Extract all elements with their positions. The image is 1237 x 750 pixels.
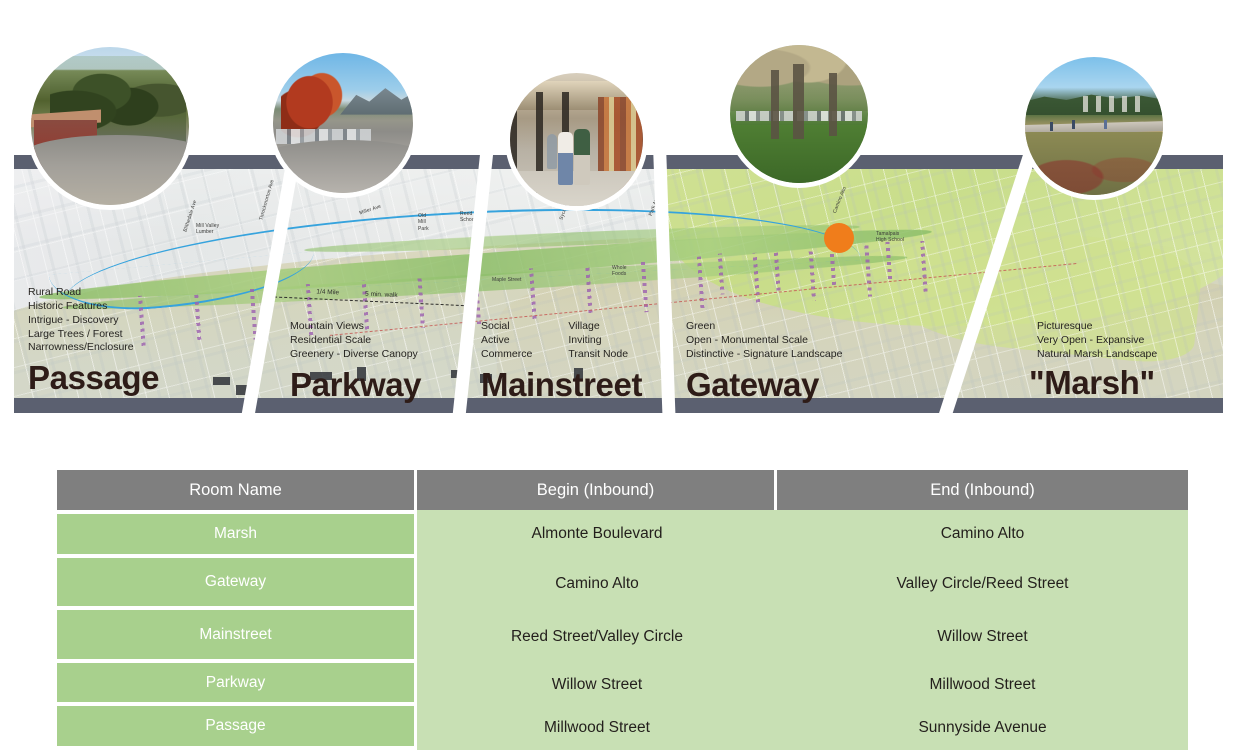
cell-end: Valley Circle/Reed Street (777, 558, 1188, 610)
photo-mainstreet-scene (510, 73, 643, 206)
section-mainstreet-attributes-col2: Village Inviting Transit Node (568, 320, 629, 360)
cell-end: Millwood Street (777, 663, 1188, 706)
tree-trunk (771, 69, 780, 139)
section-parkway-title: Parkway (290, 365, 422, 403)
tree-trunk (793, 64, 805, 139)
section-marsh-title: "Marsh" (1029, 363, 1155, 401)
cell-begin: Willow Street (417, 663, 777, 706)
photo-mainstreet (505, 68, 648, 211)
table-row: Mainstreet Reed Street/Valley Circle Wil… (57, 610, 1188, 663)
cell-end: Sunnyside Avenue (777, 706, 1188, 750)
tree-trunk (829, 72, 838, 137)
cell-room-name: Gateway (57, 558, 417, 610)
section-gateway-attributes: Green Open - Monumental Scale Distinctiv… (686, 320, 843, 360)
photo-marsh (1020, 52, 1168, 200)
rural-road-surface (31, 135, 189, 205)
photo-parkway (268, 48, 418, 198)
column-header-end-inbound: End (Inbound) (777, 470, 1188, 510)
table-row: Parkway Willow Street Millwood Street (57, 663, 1188, 706)
rooms-table: Room Name Begin (Inbound) End (Inbound) … (57, 470, 1188, 750)
cell-end: Willow Street (777, 610, 1188, 663)
pedestrian (547, 134, 557, 169)
section-parkway-attributes: Mountain Views Residential Scale Greener… (290, 320, 418, 360)
photo-gateway-scene (730, 45, 868, 183)
scale-bar-time: 5 min. walk (364, 290, 398, 300)
map-label-old-mill-park: Old Mill Park (418, 213, 429, 232)
map-building (213, 377, 230, 385)
hillside-houses (1082, 95, 1147, 113)
cell-room-name: Parkway (57, 663, 417, 706)
map-label-tamalpais-high-school: Tamalpais High School (876, 231, 905, 244)
map-label-maple-street: Maple Street (492, 277, 522, 283)
table-body: Marsh Almonte Boulevard Camino Alto Gate… (57, 510, 1188, 750)
column-header-begin-inbound: Begin (Inbound) (417, 470, 777, 510)
section-marsh-attributes: Picturesque Very Open - Expansive Natura… (1037, 320, 1158, 360)
cell-begin: Camino Alto (417, 558, 777, 610)
column-header-room-name: Room Name (57, 470, 417, 510)
parkway-road-surface (273, 139, 413, 193)
pedestrian (573, 128, 590, 185)
section-parkway: Mountain Views Residential Scale Greener… (290, 320, 422, 403)
person-on-trail (1071, 120, 1075, 130)
section-gateway-title: Gateway (686, 365, 819, 403)
mountain-ridge (340, 88, 413, 115)
cell-room-name: Marsh (57, 510, 417, 558)
pedestrian (557, 131, 573, 185)
cell-end: Camino Alto (777, 510, 1188, 558)
person-on-trail (1049, 121, 1053, 131)
section-gateway: Green Open - Monumental Scale Distinctiv… (686, 320, 842, 401)
section-mainstreet: Social Active Commerce Village Inviting … (481, 320, 642, 401)
cell-room-name: Passage (57, 706, 417, 750)
table-row: Marsh Almonte Boulevard Camino Alto (57, 510, 1188, 558)
section-passage: Rural Road Historic Features Intrigue - … (28, 286, 160, 397)
scale-bar-distance: 1/4 Mile (316, 288, 340, 297)
photo-parkway-scene (273, 53, 413, 193)
table-header-row: Room Name Begin (Inbound) End (Inbound) (57, 470, 1188, 510)
cell-begin: Millwood Street (417, 706, 777, 750)
table-row: Gateway Camino Alto Valley Circle/Reed S… (57, 558, 1188, 610)
map-node-marker-dot (824, 223, 854, 253)
photo-passage (26, 42, 194, 210)
marsh-field (1025, 131, 1163, 195)
person-on-trail (1103, 120, 1107, 130)
map-label-mill-valley-lumber: Mill Valley Lumber (196, 223, 220, 236)
photo-gateway (725, 40, 873, 188)
section-passage-title: Passage (28, 359, 160, 397)
section-marsh: Picturesque Very Open - Expansive Natura… (1029, 320, 1158, 399)
cell-room-name: Mainstreet (57, 610, 417, 663)
cell-begin: Reed Street/Valley Circle (417, 610, 777, 663)
photo-passage-scene (31, 47, 189, 205)
section-mainstreet-attributes-col1: Social Active Commerce (481, 320, 533, 360)
section-passage-attributes: Rural Road Historic Features Intrigue - … (28, 286, 134, 354)
cell-begin: Almonte Boulevard (417, 510, 777, 558)
section-mainstreet-title: Mainstreet (481, 365, 643, 403)
table-row: Passage Millwood Street Sunnyside Avenue (57, 706, 1188, 750)
map-label-whole-foods: Whole Foods (612, 265, 627, 278)
photo-marsh-scene (1025, 57, 1163, 195)
